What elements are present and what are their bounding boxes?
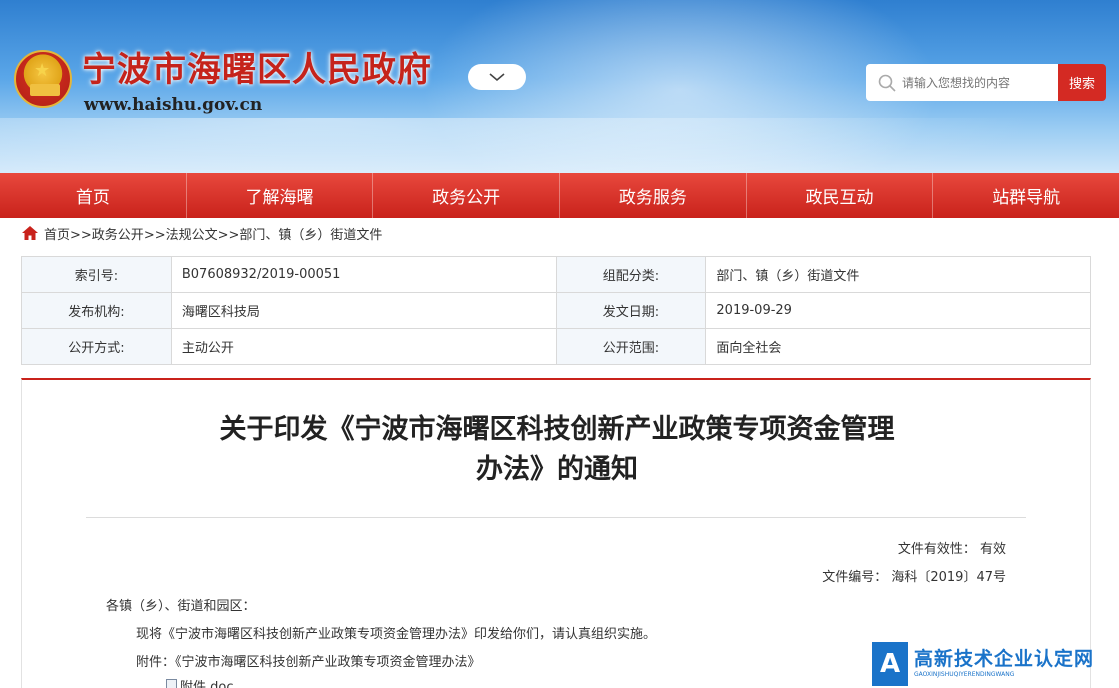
nav-item-interaction[interactable]: 政民互动 bbox=[747, 173, 934, 218]
chevron-down-icon bbox=[489, 73, 505, 82]
scope-label: 公开范围: bbox=[555, 328, 707, 365]
article-title-line1: 关于印发《宁波市海曙区科技创新产业政策专项资金管理 bbox=[219, 414, 895, 445]
watermark-cn-text: 高新技术企业认定网 bbox=[914, 648, 1095, 670]
title-divider bbox=[86, 517, 1026, 518]
breadcrumb-regulations[interactable]: >>法规公文 bbox=[144, 224, 218, 243]
date-label: 发文日期: bbox=[555, 292, 707, 329]
disclosure-label: 公开方式: bbox=[21, 328, 172, 365]
main-nav: 首页 了解海曙 政务公开 政务服务 政民互动 站群导航 bbox=[0, 173, 1119, 218]
star-icon: ★ bbox=[34, 60, 51, 81]
breadcrumb-current[interactable]: >>部门、镇（乡）街道文件 bbox=[218, 224, 383, 243]
attachment-line: 附件：《宁波市海曙区科技创新产业政策专项资金管理办法》 bbox=[136, 655, 481, 670]
watermark-a-icon: A bbox=[872, 641, 908, 686]
scope-value: 面向全社会 bbox=[705, 328, 1091, 365]
breadcrumb-open-government[interactable]: >>政务公开 bbox=[70, 224, 144, 243]
home-icon bbox=[22, 226, 38, 240]
document-file-icon bbox=[166, 679, 177, 688]
attachment-file-name[interactable]: 附件.doc bbox=[180, 676, 234, 688]
nav-item-open-government[interactable]: 政务公开 bbox=[373, 173, 561, 218]
breadcrumb-home[interactable]: 首页 bbox=[44, 224, 70, 243]
table-row: 发布机构: 海曙区科技局 发文日期: 2019-09-29 bbox=[21, 292, 1091, 329]
table-row: 公开方式: 主动公开 公开范围: 面向全社会 bbox=[21, 328, 1091, 365]
site-url: www.haishu.gov.cn bbox=[84, 95, 263, 115]
category-value: 部门、镇（乡）街道文件 bbox=[705, 256, 1091, 293]
search-button[interactable]: 搜索 bbox=[1058, 64, 1106, 101]
index-no-label: 索引号: bbox=[21, 256, 172, 293]
watermark-en-text: GAOXINJISHUQIYERENDINGWANG bbox=[914, 671, 1015, 678]
table-row: 索引号: B07608932/2019-00051 组配分类: 部门、镇（乡）街… bbox=[21, 256, 1091, 293]
issuer-value: 海曙区科技局 bbox=[170, 292, 557, 329]
site-dropdown-button[interactable] bbox=[468, 64, 526, 90]
date-value: 2019-09-29 bbox=[705, 292, 1091, 329]
banner-decoration bbox=[0, 118, 1119, 173]
document-info-table: 索引号: B07608932/2019-00051 组配分类: 部门、镇（乡）街… bbox=[21, 256, 1091, 365]
breadcrumb: 首页 >>政务公开 >>法规公文 >>部门、镇（乡）街道文件 bbox=[22, 224, 383, 243]
validity-text: 文件有效性： 有效 bbox=[897, 542, 1006, 557]
gate-icon bbox=[30, 84, 60, 96]
nav-item-about[interactable]: 了解海曙 bbox=[187, 173, 374, 218]
search-icon bbox=[878, 74, 896, 92]
search-box bbox=[866, 64, 1058, 101]
index-no-value: B07608932/2019-00051 bbox=[170, 256, 557, 293]
attachment-link[interactable]: 附件.doc bbox=[166, 676, 234, 688]
body-paragraph: 现将《宁波市海曙区科技创新产业政策专项资金管理办法》印发给你们，请认真组织实施。 bbox=[136, 627, 657, 642]
article-title-line2: 办法》的通知 bbox=[476, 454, 638, 485]
doc-number-text: 文件编号： 海科〔2019〕47号 bbox=[822, 570, 1006, 585]
category-label: 组配分类: bbox=[555, 256, 707, 293]
site-title[interactable]: 宁波市海曙区人民政府 bbox=[82, 48, 432, 92]
nav-item-site-navigation[interactable]: 站群导航 bbox=[933, 173, 1119, 218]
disclosure-value: 主动公开 bbox=[170, 328, 557, 365]
national-emblem-icon: ★ bbox=[14, 50, 72, 108]
article-title: 关于印发《宁波市海曙区科技创新产业政策专项资金管理 办法》的通知 bbox=[172, 410, 942, 490]
nav-item-services[interactable]: 政务服务 bbox=[560, 173, 747, 218]
watermark-logo: A 高新技术企业认定网 GAOXINJISHUQIYERENDINGWANG bbox=[872, 639, 1119, 688]
nav-item-home[interactable]: 首页 bbox=[0, 173, 187, 218]
issuer-label: 发布机构: bbox=[21, 292, 172, 329]
search-input[interactable] bbox=[902, 75, 1052, 90]
salutation-text: 各镇（乡）、街道和园区： bbox=[106, 599, 256, 614]
